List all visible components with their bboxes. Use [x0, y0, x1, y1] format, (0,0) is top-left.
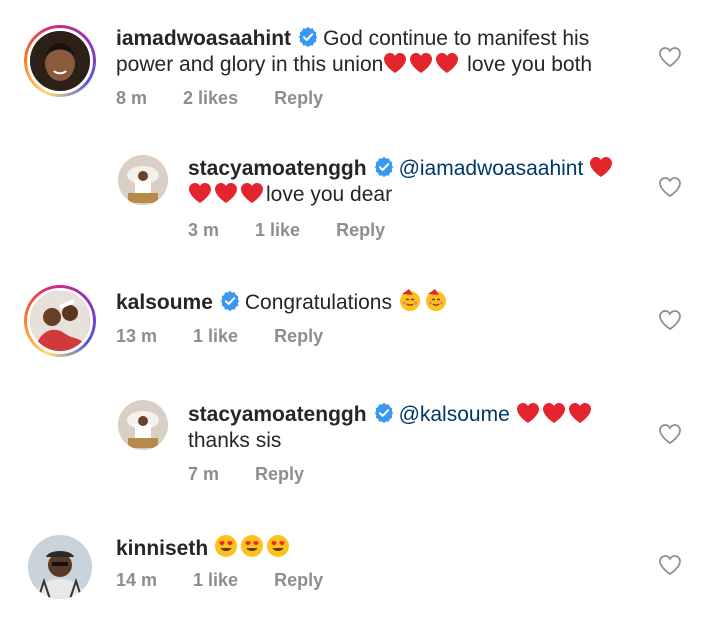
comment-body: God continue to manifest his [323, 27, 590, 50]
avatar[interactable] [118, 155, 168, 205]
timestamp: 3 m [188, 220, 220, 240]
like-heart-icon[interactable] [658, 175, 682, 199]
username[interactable]: iamadwoasaahint [116, 27, 291, 50]
comment-text: iamadwoasaahint God continue to manifest … [116, 26, 636, 78]
verified-badge-icon [373, 156, 395, 178]
likes-count[interactable]: 1 like [255, 220, 300, 240]
verified-badge-icon [373, 402, 395, 424]
comment-text: kinniseth [116, 534, 636, 562]
hearts-emoji-icon [189, 183, 263, 203]
verified-badge-icon [219, 290, 241, 312]
avatar[interactable] [28, 535, 92, 599]
reply-button[interactable]: Reply [255, 464, 304, 484]
verified-badge-icon [297, 26, 319, 48]
reply-button[interactable]: Reply [336, 220, 385, 240]
username[interactable]: stacyamoatenggh [188, 157, 367, 180]
timestamp: 8 m [116, 88, 148, 108]
avatar[interactable] [118, 400, 168, 450]
timestamp: 7 m [188, 464, 220, 484]
mention-link[interactable]: @kalsoume [399, 403, 510, 426]
comment-meta: 7 m Reply [188, 464, 340, 485]
avatar-photo [118, 400, 168, 450]
comment-meta: 14 m 1 like Reply [116, 570, 359, 591]
comment-body: love you both [461, 53, 593, 76]
avatar[interactable] [24, 25, 96, 97]
comment-text: kalsoume Congratulations [116, 288, 636, 316]
comment-meta: 3 m 1 like Reply [188, 220, 421, 241]
comment-body: power and glory in this union [116, 53, 384, 76]
comment-text: stacyamoatenggh @kalsoume thanks sis [188, 402, 638, 454]
avatar[interactable] [24, 285, 96, 357]
comment-body: thanks sis [188, 429, 282, 452]
like-heart-icon[interactable] [658, 553, 682, 577]
likes-count[interactable]: 1 like [193, 570, 238, 590]
avatar-photo [118, 155, 168, 205]
reply-button[interactable]: Reply [274, 326, 323, 346]
avatar-photo [30, 31, 90, 91]
timestamp: 14 m [116, 570, 158, 590]
comment-item: kalsoume Congratulations 13 m 1 like Reply [0, 260, 720, 380]
comment-reply-item: stacyamoatenggh @kalsoume thanks sis 7 m R… [0, 380, 720, 500]
avatar-photo [28, 535, 92, 599]
comment-meta: 13 m 1 like Reply [116, 326, 359, 347]
comment-item: iamadwoasaahint God continue to manifest … [0, 0, 720, 130]
reply-button[interactable]: Reply [274, 88, 323, 108]
comment-body: Congratulations [244, 291, 398, 314]
likes-count[interactable]: 2 likes [183, 88, 238, 108]
avatar-photo [30, 291, 90, 351]
hearts-emoji-icon [516, 403, 591, 423]
comment-reply-item: stacyamoatenggh @iamadwoasaahint love you… [0, 130, 720, 250]
hearts-emoji-icon [384, 53, 459, 73]
like-heart-icon[interactable] [658, 422, 682, 446]
party-face-emoji-icon [399, 288, 447, 312]
reply-button[interactable]: Reply [274, 570, 323, 590]
username[interactable]: stacyamoatenggh [188, 403, 367, 426]
comment-text: stacyamoatenggh @iamadwoasaahint love you… [188, 156, 638, 208]
username[interactable]: kinniseth [116, 537, 208, 560]
likes-count[interactable]: 1 like [193, 326, 238, 346]
comment-body: love you dear [266, 183, 393, 206]
like-heart-icon[interactable] [658, 45, 682, 69]
comment-meta: 8 m 2 likes Reply [116, 88, 359, 109]
heart-eyes-emoji-icon [215, 535, 290, 557]
mention-link[interactable]: @iamadwoasaahint [399, 157, 584, 180]
timestamp: 13 m [116, 326, 158, 346]
heart-emoji-icon [590, 157, 613, 177]
username[interactable]: kalsoume [116, 291, 213, 314]
comment-item: kinniseth 14 m 1 like Reply [0, 500, 720, 628]
like-heart-icon[interactable] [658, 308, 682, 332]
